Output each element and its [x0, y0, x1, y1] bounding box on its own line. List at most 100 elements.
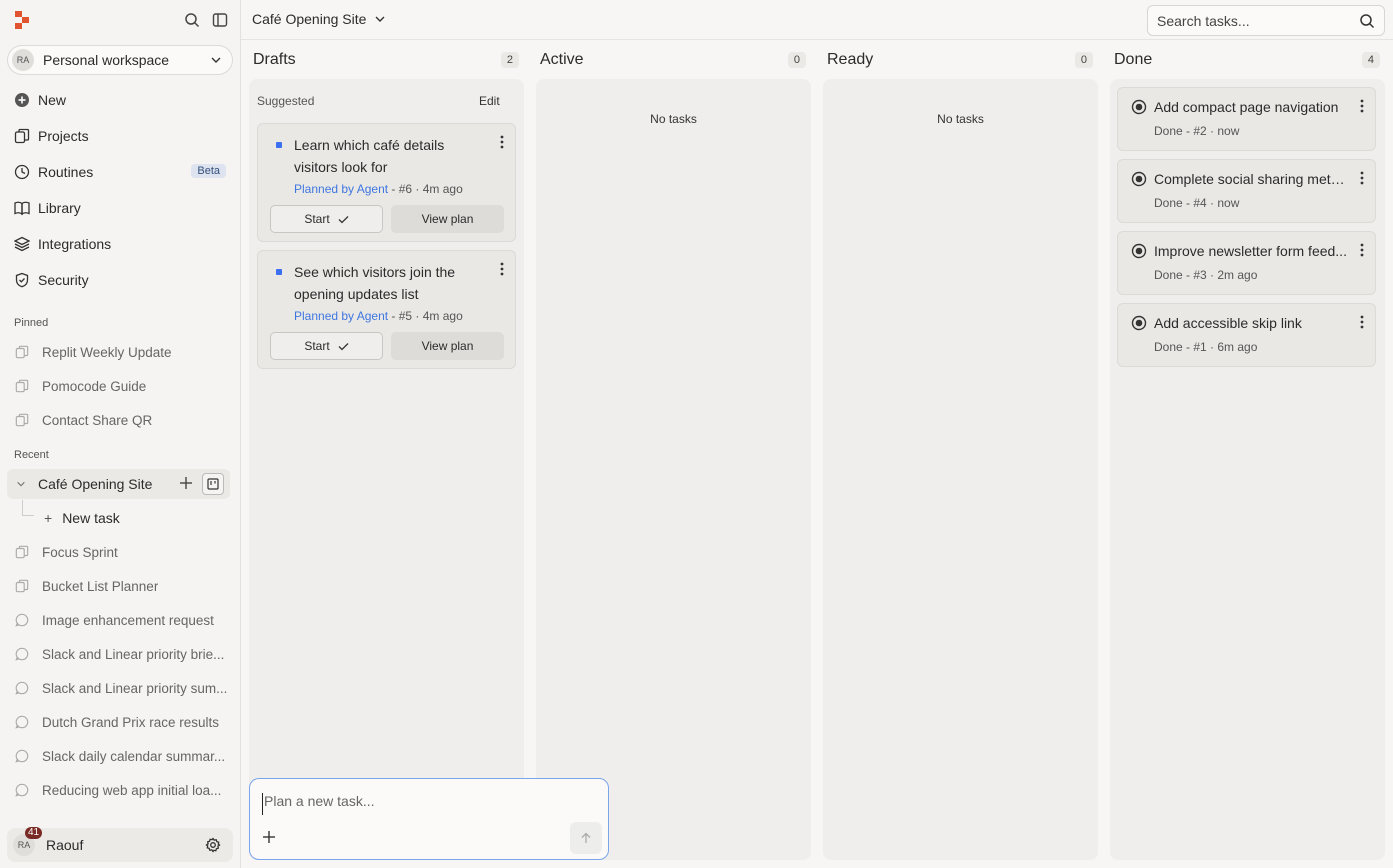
search-icon[interactable]: [182, 10, 202, 30]
task-meta: Done - #4 · now: [1154, 196, 1240, 210]
project-icon: [14, 544, 30, 560]
project-icon: [14, 412, 30, 428]
search-icon[interactable]: [1359, 13, 1375, 29]
search-tasks-input[interactable]: [1157, 12, 1347, 29]
chat-icon: [14, 680, 30, 696]
recent-item[interactable]: Slack and Linear priority brie...: [14, 641, 232, 667]
recent-item[interactable]: Image enhancement request: [14, 607, 232, 633]
done-task-card[interactable]: Improve newsletter form feed... Done - #…: [1117, 231, 1376, 295]
clock-icon: [13, 163, 31, 181]
new-task-composer: [249, 778, 609, 860]
chevron-down-icon[interactable]: [16, 479, 26, 489]
task-title: Add accessible skip link: [1154, 315, 1302, 331]
nav-new[interactable]: New: [13, 86, 229, 114]
chat-icon: [14, 782, 30, 798]
gear-icon[interactable]: [205, 837, 221, 853]
board-view-icon[interactable]: [202, 473, 224, 495]
edit-button[interactable]: Edit: [479, 94, 500, 108]
planned-by-agent-link[interactable]: Planned by Agent: [294, 182, 388, 196]
sidebar: RA Personal workspace New Projects Routi…: [0, 0, 241, 868]
recent-item-label: Dutch Grand Prix race results: [42, 714, 220, 730]
project-icon: [14, 344, 30, 360]
sidebar-toggle-icon[interactable]: [210, 10, 230, 30]
nav-integrations[interactable]: Integrations: [13, 230, 229, 258]
start-button[interactable]: Start: [270, 332, 383, 360]
recent-item-label: Slack and Linear priority sum...: [42, 680, 228, 696]
planned-by-agent-link[interactable]: Planned by Agent: [294, 309, 388, 323]
done-task-card[interactable]: Complete social sharing meta... Done - #…: [1117, 159, 1376, 223]
recent-item[interactable]: Slack and Linear priority sum...: [14, 675, 232, 701]
nav-routines[interactable]: Routines Beta: [13, 158, 229, 186]
recent-item[interactable]: Bucket List Planner: [14, 573, 232, 599]
plan-task-input[interactable]: [262, 793, 592, 815]
check-icon: [338, 342, 349, 350]
pinned-item[interactable]: Replit Weekly Update: [14, 339, 232, 365]
view-plan-button[interactable]: View plan: [391, 332, 504, 360]
more-options-icon[interactable]: [1360, 99, 1364, 113]
chat-icon: [14, 646, 30, 662]
check-icon: [338, 215, 349, 223]
recent-item[interactable]: Focus Sprint: [14, 539, 232, 565]
user-menu[interactable]: RA 41 Raouf: [7, 827, 233, 862]
plus-circle-icon: [13, 91, 31, 109]
done-task-card[interactable]: Add compact page navigation Done - #2 · …: [1117, 87, 1376, 151]
project-selector[interactable]: Café Opening Site: [252, 11, 386, 27]
chat-icon: [14, 714, 30, 730]
layers-icon: [13, 235, 31, 253]
new-task-label: New task: [62, 510, 120, 526]
project-title: Café Opening Site: [252, 11, 367, 27]
empty-state: No tasks: [650, 112, 697, 126]
workspace-avatar: RA: [12, 49, 34, 71]
nav-library[interactable]: Library: [13, 194, 229, 222]
search-tasks-box[interactable]: [1147, 5, 1385, 36]
plus-icon[interactable]: [178, 475, 194, 491]
draft-task-card[interactable]: See which visitors join the opening upda…: [257, 250, 516, 369]
start-button[interactable]: Start: [270, 205, 383, 233]
more-options-icon[interactable]: [1360, 315, 1364, 329]
send-button[interactable]: [570, 822, 602, 854]
recent-item[interactable]: Slack daily calendar summar...: [14, 743, 232, 769]
recent-item-label: Slack daily calendar summar...: [42, 748, 226, 764]
task-meta: Done - #2 · now: [1154, 124, 1240, 138]
more-options-icon[interactable]: [500, 262, 504, 276]
nav-new-label: New: [38, 92, 67, 108]
recent-item-cafe-opening-site[interactable]: Café Opening Site: [7, 469, 230, 499]
nav-projects[interactable]: Projects: [13, 122, 229, 150]
workspace-selector[interactable]: RA Personal workspace: [7, 45, 233, 75]
replit-logo-icon[interactable]: [14, 11, 30, 29]
recent-item-label: Bucket List Planner: [42, 578, 159, 594]
more-options-icon[interactable]: [1360, 171, 1364, 185]
plus-icon: +: [44, 510, 53, 526]
start-button-label: Start: [304, 339, 330, 353]
project-icon: [14, 378, 30, 394]
column-title: Drafts: [253, 51, 296, 68]
status-dot: [276, 142, 282, 148]
pinned-item[interactable]: Pomocode Guide: [14, 373, 232, 399]
column-header-active: Active 0: [540, 50, 806, 70]
done-task-card[interactable]: Add accessible skip link Done - #1 · 6m …: [1117, 303, 1376, 367]
more-options-icon[interactable]: [500, 135, 504, 149]
user-name: Raouf: [46, 837, 84, 853]
attach-plus-icon[interactable]: [262, 830, 276, 844]
notification-badge: 41: [25, 827, 43, 839]
sidebar-scroll-fade: [0, 806, 240, 828]
nav-security[interactable]: Security: [13, 266, 229, 294]
recent-item[interactable]: Dutch Grand Prix race results: [14, 709, 232, 735]
task-meta: Done - #3 · 2m ago: [1154, 268, 1258, 282]
sidebar-header: [0, 0, 240, 40]
draft-task-card[interactable]: Learn which café details visitors look f…: [257, 123, 516, 242]
recent-item[interactable]: Reducing web app initial loa...: [14, 777, 232, 803]
column-count: 0: [787, 52, 806, 68]
pinned-item-label: Replit Weekly Update: [42, 344, 172, 360]
pinned-item[interactable]: Contact Share QR: [14, 407, 232, 433]
more-options-icon[interactable]: [1360, 243, 1364, 257]
tree-connector: [22, 500, 34, 516]
top-bar: Café Opening Site: [241, 0, 1393, 40]
chevron-down-icon: [375, 16, 385, 22]
column-ready: No tasks: [823, 79, 1098, 860]
new-task-link[interactable]: + New task: [44, 508, 120, 528]
column-active: No tasks: [536, 79, 811, 860]
view-plan-button[interactable]: View plan: [391, 205, 504, 233]
column-header-ready: Ready 0: [827, 50, 1093, 70]
task-title: Add compact page navigation: [1154, 99, 1339, 115]
